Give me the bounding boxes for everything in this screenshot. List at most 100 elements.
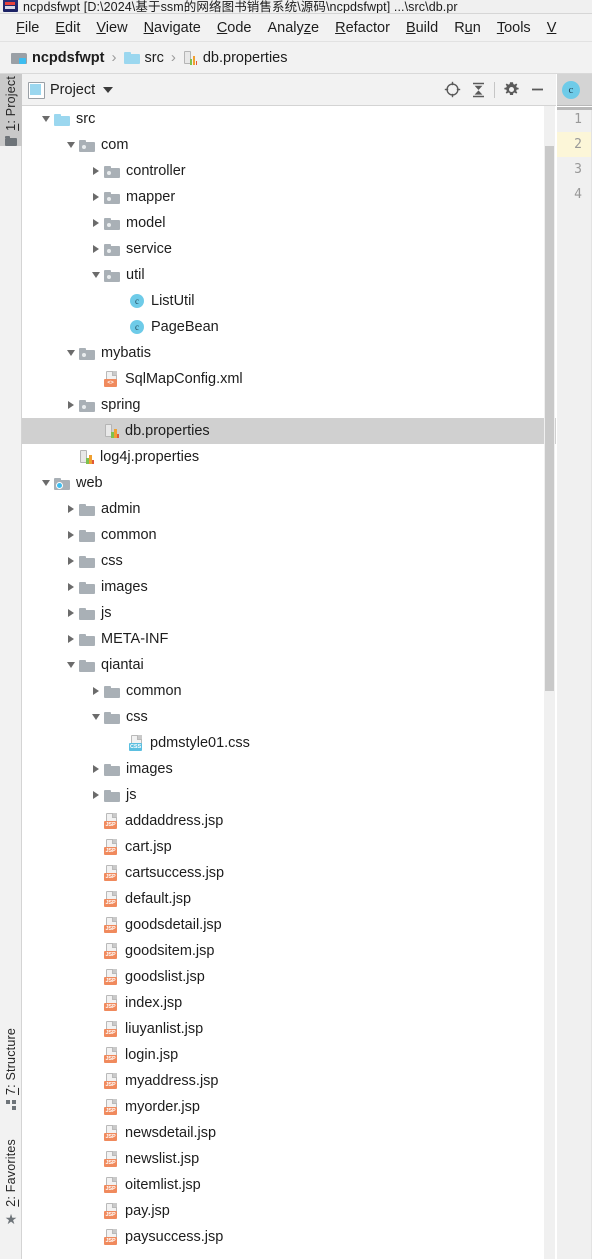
menu-item-build[interactable]: Build	[398, 18, 446, 38]
tree-row[interactable]: JSP login.jsp	[22, 1042, 556, 1068]
tree-row[interactable]: JSP index.jsp	[22, 990, 556, 1016]
chevron-right-icon[interactable]	[88, 236, 104, 262]
chevron-right-icon[interactable]	[88, 678, 104, 704]
tree-row[interactable]: images	[22, 574, 556, 600]
tree-row[interactable]: images	[22, 756, 556, 782]
editor-tab-java-class-icon[interactable]: c	[562, 80, 580, 99]
tree-row[interactable]: js	[22, 600, 556, 626]
tree-row[interactable]: JSP goodslist.jsp	[22, 964, 556, 990]
tree-row[interactable]: service	[22, 236, 556, 262]
tree-row[interactable]: src	[22, 106, 556, 132]
minimize-icon[interactable]	[524, 77, 550, 103]
tree-row[interactable]: web	[22, 470, 556, 496]
sidebar-item-structure[interactable]: 7: Structure	[0, 1026, 22, 1111]
tree-row[interactable]: META-INF	[22, 626, 556, 652]
project-tree-scrollbar[interactable]	[544, 106, 555, 1259]
breadcrumb-item-src[interactable]: src	[121, 48, 167, 68]
tree-row[interactable]: db.properties	[22, 418, 556, 444]
chevron-down-icon[interactable]	[38, 106, 54, 132]
editor-body[interactable]: 1 2 3 4	[557, 107, 592, 1259]
menu-item-edit[interactable]: Edit	[47, 18, 88, 38]
tree-row[interactable]: util	[22, 262, 556, 288]
tree-row[interactable]: spring	[22, 392, 556, 418]
tree-row[interactable]: <> SqlMapConfig.xml	[22, 366, 556, 392]
tree-row-label: newslist.jsp	[125, 1151, 200, 1167]
chevron-down-icon[interactable]	[63, 132, 79, 158]
chevron-right-icon[interactable]	[88, 210, 104, 236]
menu-item-refactor[interactable]: Refactor	[327, 18, 398, 38]
tree-row[interactable]: log4j.properties	[22, 444, 556, 470]
tree-row[interactable]: common	[22, 678, 556, 704]
chevron-right-icon[interactable]	[63, 548, 79, 574]
breadcrumb-separator: ›	[111, 49, 117, 66]
chevron-right-icon[interactable]	[63, 496, 79, 522]
tree-row[interactable]: JSP newsdetail.jsp	[22, 1120, 556, 1146]
menu-item-navigate[interactable]: Navigate	[136, 18, 209, 38]
menu-item-code[interactable]: Code	[209, 18, 260, 38]
chevron-down-icon[interactable]	[88, 262, 104, 288]
menu-item-tools[interactable]: Tools	[489, 18, 539, 38]
tree-row[interactable]: JSP myorder.jsp	[22, 1094, 556, 1120]
chevron-right-icon[interactable]	[63, 574, 79, 600]
chevron-down-icon[interactable]	[38, 470, 54, 496]
tree-row[interactable]: JSP addaddress.jsp	[22, 808, 556, 834]
tree-row[interactable]: JSP cartsuccess.jsp	[22, 860, 556, 886]
chevron-right-icon[interactable]	[88, 184, 104, 210]
menu-item-run[interactable]: Run	[446, 18, 489, 38]
menu-item-file[interactable]: File	[8, 18, 47, 38]
tree-row-label: service	[126, 241, 172, 257]
tree-row[interactable]: model	[22, 210, 556, 236]
tree-row[interactable]: JSP goodsdetail.jsp	[22, 912, 556, 938]
tree-row[interactable]: JSP goodsitem.jsp	[22, 938, 556, 964]
tree-row[interactable]: mapper	[22, 184, 556, 210]
tree-row[interactable]: JSP default.jsp	[22, 886, 556, 912]
menu-item-view[interactable]: View	[88, 18, 135, 38]
chevron-right-icon[interactable]	[63, 626, 79, 652]
tree-row[interactable]: css	[22, 704, 556, 730]
tree-row[interactable]: com	[22, 132, 556, 158]
tree-row[interactable]: common	[22, 522, 556, 548]
project-tree-scrollbar-thumb[interactable]	[545, 146, 554, 691]
chevron-right-icon[interactable]	[88, 756, 104, 782]
project-tree[interactable]: src com controller mapper model service util c L…	[22, 106, 556, 1259]
breadcrumb-item-ncpdsfwpt[interactable]: ncpdsfwpt	[8, 48, 108, 68]
tree-row-icon	[104, 165, 120, 178]
chevron-right-icon[interactable]	[63, 522, 79, 548]
chevron-right-icon[interactable]	[63, 392, 79, 418]
tree-row[interactable]: controller	[22, 158, 556, 184]
tree-row[interactable]: JSP oitemlist.jsp	[22, 1172, 556, 1198]
tree-row[interactable]: admin	[22, 496, 556, 522]
sidebar-item-project[interactable]: 1: Project	[0, 74, 22, 146]
idea-window: ncpdsfwpt [D:\2024\基于ssm的网络图书销售系统\源码\ncp…	[0, 0, 592, 1259]
locate-icon[interactable]	[439, 77, 465, 103]
gear-icon[interactable]	[498, 77, 524, 103]
collapse-all-icon[interactable]	[465, 77, 491, 103]
tree-row[interactable]: css	[22, 548, 556, 574]
tree-row[interactable]: js	[22, 782, 556, 808]
chevron-down-icon[interactable]	[63, 652, 79, 678]
tree-row-label: util	[126, 267, 145, 283]
menu-item-analyze[interactable]: Analyze	[260, 18, 328, 38]
menu-item-v[interactable]: V	[539, 18, 565, 38]
chevron-right-icon[interactable]	[88, 782, 104, 808]
tree-row[interactable]: JSP myaddress.jsp	[22, 1068, 556, 1094]
tree-row[interactable]: qiantai	[22, 652, 556, 678]
chevron-down-icon[interactable]	[63, 340, 79, 366]
chevron-right-icon[interactable]	[88, 158, 104, 184]
tree-row[interactable]: JSP cart.jsp	[22, 834, 556, 860]
chevron-down-icon[interactable]	[103, 86, 114, 93]
tree-row[interactable]: JSP newslist.jsp	[22, 1146, 556, 1172]
tree-row[interactable]: c PageBean	[22, 314, 556, 340]
tree-row[interactable]: mybatis	[22, 340, 556, 366]
chevron-down-icon[interactable]	[88, 704, 104, 730]
chevron-right-icon[interactable]	[63, 600, 79, 626]
sidebar-item-favorites[interactable]: 2: Favorites ★	[0, 1137, 22, 1226]
tree-row[interactable]: JSP pay.jsp	[22, 1198, 556, 1224]
breadcrumb-item-db-properties[interactable]: db.properties	[180, 48, 291, 68]
tree-row[interactable]: JSP liuyanlist.jsp	[22, 1016, 556, 1042]
tree-row[interactable]: c ListUtil	[22, 288, 556, 314]
tree-row[interactable]: CSS pdmstyle01.css	[22, 730, 556, 756]
tree-row[interactable]: JSP paysuccess.jsp	[22, 1224, 556, 1250]
